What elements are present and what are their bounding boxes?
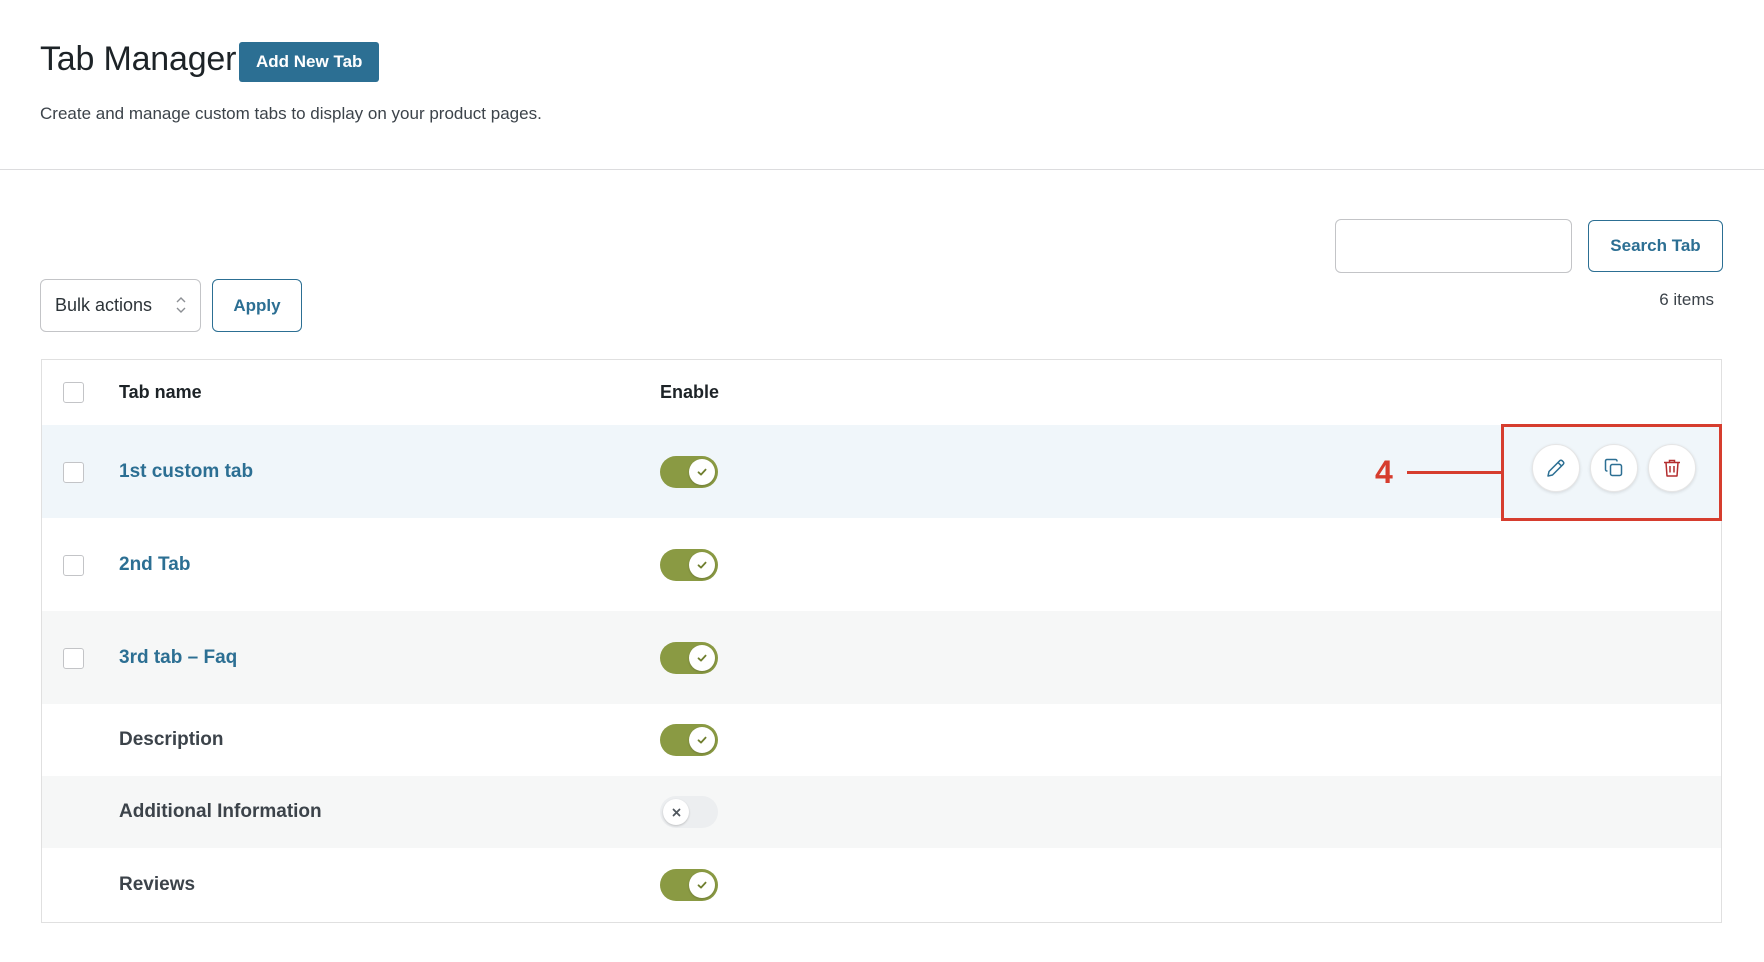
- check-icon: [697, 736, 707, 744]
- row-checkbox[interactable]: [63, 554, 84, 576]
- page-title: Tab Manager: [40, 40, 237, 78]
- toggle-knob: [689, 458, 715, 485]
- enable-toggle[interactable]: [660, 869, 718, 901]
- enable-toggle[interactable]: [660, 724, 718, 756]
- column-header-tab-name: Tab name: [119, 382, 202, 402]
- row-checkbox[interactable]: [63, 647, 84, 669]
- table-row: 3rd tab – Faq: [42, 611, 1721, 704]
- check-icon: [697, 468, 707, 475]
- trash-icon: [1664, 459, 1680, 477]
- chevron-up-down-icon: [176, 297, 186, 313]
- items-count: 6 items: [1659, 290, 1714, 309]
- tab-name-link[interactable]: 3rd tab – Faq: [119, 647, 237, 669]
- toggle-knob: [689, 872, 715, 898]
- column-header-enable: Enable: [660, 382, 720, 402]
- check-icon: [697, 561, 707, 568]
- pencil-icon: [1547, 459, 1565, 477]
- row-checkbox[interactable]: [63, 461, 84, 483]
- tab-name: Additional Information: [119, 801, 322, 822]
- search-input[interactable]: [1335, 219, 1572, 273]
- table-row: 2nd Tab: [42, 518, 1721, 611]
- enable-toggle[interactable]: [660, 796, 718, 828]
- check-icon: [697, 654, 707, 661]
- delete-tab-button[interactable]: [1648, 444, 1696, 492]
- edit-tab-button[interactable]: [1532, 444, 1580, 492]
- bulk-actions-value: Bulk actions: [55, 295, 153, 315]
- add-new-tab-button[interactable]: Add New Tab: [239, 42, 380, 82]
- duplicate-icon: [1604, 458, 1623, 477]
- page-header: Tab Manager Add New Tab Create and manag…: [0, 0, 1764, 170]
- tab-name-link[interactable]: 2nd Tab: [119, 554, 190, 576]
- annotation-line: [1407, 471, 1503, 474]
- annotation-number: 4: [1375, 454, 1393, 490]
- enable-toggle[interactable]: [660, 548, 718, 581]
- search-tab-button[interactable]: Search Tab: [1588, 220, 1723, 272]
- page-subtitle: Create and manage custom tabs to display…: [40, 104, 542, 123]
- enable-toggle[interactable]: [660, 641, 718, 674]
- bulk-actions-select[interactable]: Bulk actions: [40, 279, 201, 332]
- toggle-knob: [689, 727, 715, 753]
- enable-toggle[interactable]: [660, 455, 718, 488]
- toggle-knob: [689, 644, 715, 671]
- toggle-knob: [663, 799, 689, 825]
- select-all-checkbox[interactable]: [63, 382, 84, 403]
- tab-name: Description: [119, 729, 224, 750]
- duplicate-tab-button[interactable]: [1590, 444, 1638, 492]
- toggle-knob: [689, 551, 715, 578]
- apply-button[interactable]: Apply: [212, 279, 302, 332]
- table-row: Description: [42, 704, 1721, 776]
- tab-name-link[interactable]: 1st custom tab: [119, 461, 253, 483]
- table-row: Additional Information: [42, 776, 1721, 848]
- table-header: Tab name Enable: [42, 360, 1721, 425]
- table-row: Reviews: [42, 848, 1721, 922]
- tabs-table: Tab name Enable 1st custom tab 2nd Tab 3rd…: [41, 359, 1722, 923]
- x-icon: [672, 808, 680, 816]
- tab-name: Reviews: [119, 874, 196, 895]
- check-icon: [697, 881, 707, 889]
